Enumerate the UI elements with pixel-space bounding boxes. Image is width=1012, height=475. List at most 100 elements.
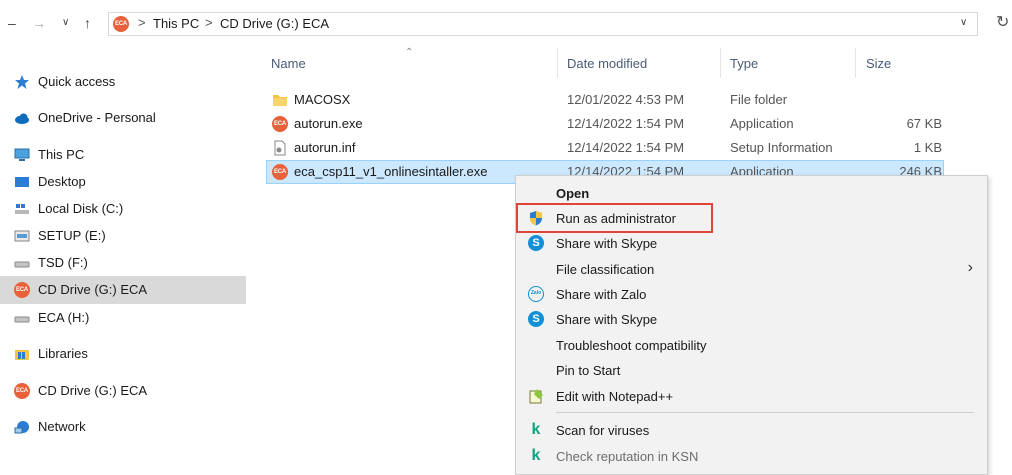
file-row[interactable]: MACOSX 12/01/2022 4:53 PM File folder	[266, 88, 944, 112]
zalo-icon: Zalo	[528, 286, 544, 302]
context-menu: Open Run as administrator S Share with S…	[515, 175, 988, 475]
menu-item-file-classification[interactable]: File classification ›	[516, 257, 987, 282]
windows-drive-icon	[15, 204, 29, 214]
file-name: autorun.exe	[294, 116, 363, 131]
menu-item-label: Troubleshoot compatibility	[556, 338, 707, 353]
skype-icon: S	[528, 311, 544, 327]
uac-shield-icon	[530, 211, 542, 226]
sidebar-item-label: OneDrive - Personal	[38, 110, 156, 125]
sidebar-item-label: CD Drive (G:) ECA	[38, 383, 148, 398]
skype-icon: S	[528, 235, 544, 251]
menu-item-label: File classification	[556, 262, 655, 277]
column-header-size[interactable]: Size	[866, 56, 891, 71]
menu-item-pin-to-start[interactable]: Pin to Start	[516, 358, 987, 383]
sidebar-item-tsd[interactable]: TSD (F:)	[0, 249, 246, 277]
file-date: 12/14/2022 1:54 PM	[567, 116, 685, 131]
breadcrumb-separator: >	[138, 15, 146, 30]
column-header-name[interactable]: Name	[271, 56, 306, 71]
refresh-icon[interactable]: ↻	[996, 12, 1009, 32]
file-size: 1 KB	[913, 140, 942, 155]
file-date: 12/14/2022 1:54 PM	[567, 140, 685, 155]
drive-icon	[14, 230, 30, 242]
back-arrow-icon[interactable]: –	[8, 14, 16, 32]
file-type: Setup Information	[730, 140, 833, 155]
sidebar-item-network[interactable]: Network	[0, 413, 246, 441]
address-bar: – → ∨ ↑ ECA > This PC > CD Drive (G:) EC…	[0, 0, 1012, 48]
eca-app-icon: ECA	[272, 164, 288, 180]
menu-item-label: Check reputation in KSN	[556, 449, 699, 464]
kaspersky-icon: k	[531, 447, 541, 464]
navigation-pane: Quick access OneDrive - Personal This PC…	[0, 48, 246, 464]
breadcrumb-this-pc[interactable]: This PC	[153, 16, 199, 32]
file-name: autorun.inf	[294, 140, 356, 155]
sidebar-item-libraries[interactable]: Libraries	[0, 340, 246, 368]
sidebar-item-label: Quick access	[38, 74, 116, 89]
sidebar-item-label: CD Drive (G:) ECA	[38, 282, 148, 297]
eca-drive-icon: ECA	[14, 383, 30, 399]
column-header-type[interactable]: Type	[730, 56, 758, 71]
column-divider[interactable]	[855, 48, 856, 78]
column-divider[interactable]	[720, 48, 721, 78]
menu-item-troubleshoot-compatibility[interactable]: Troubleshoot compatibility	[516, 333, 987, 358]
menu-item-label: Run as administrator	[556, 211, 676, 226]
notepad-plus-icon	[529, 389, 543, 404]
menu-item-label: Edit with Notepad++	[556, 389, 674, 404]
eca-drive-icon: ECA	[113, 16, 129, 32]
menu-item-edit-with-notepad[interactable]: Edit with Notepad++	[516, 384, 987, 409]
sidebar-item-label: Desktop	[38, 174, 86, 189]
menu-item-share-with-skype-2[interactable]: S Share with Skype	[516, 307, 987, 332]
sidebar-item-this-pc[interactable]: This PC	[0, 141, 246, 169]
menu-item-share-with-zalo[interactable]: Zalo Share with Zalo	[516, 282, 987, 307]
sidebar-item-label: Local Disk (C:)	[38, 201, 124, 216]
file-row[interactable]: autorun.inf 12/14/2022 1:54 PM Setup Inf…	[266, 136, 944, 160]
menu-item-label: Scan for viruses	[556, 423, 650, 438]
cloud-icon	[15, 113, 29, 124]
chevron-right-icon: ›	[967, 259, 973, 276]
address-dropdown-icon[interactable]: ∨	[960, 14, 967, 32]
menu-separator	[556, 412, 974, 413]
file-type: File folder	[730, 92, 788, 107]
sidebar-item-local-disk[interactable]: Local Disk (C:)	[0, 195, 246, 223]
eca-app-icon: ECA	[272, 116, 288, 132]
menu-item-scan-for-viruses[interactable]: k Scan for viruses	[516, 418, 987, 443]
menu-item-label: Pin to Start	[556, 363, 621, 378]
sidebar-item-cd-drive[interactable]: ECA CD Drive (G:) ECA	[0, 276, 246, 304]
file-row[interactable]: ECA autorun.exe 12/14/2022 1:54 PM Appli…	[266, 112, 944, 136]
libraries-icon	[15, 350, 29, 360]
menu-item-share-with-skype[interactable]: S Share with Skype	[516, 231, 987, 256]
menu-item-check-reputation[interactable]: k Check reputation in KSN	[516, 444, 987, 469]
breadcrumb-cd-drive[interactable]: CD Drive (G:) ECA	[220, 16, 329, 32]
forward-arrow-icon[interactable]: →	[32, 14, 46, 32]
sidebar-item-onedrive[interactable]: OneDrive - Personal	[0, 104, 246, 132]
menu-item-label: Share with Zalo	[556, 287, 647, 302]
eca-drive-icon: ECA	[14, 282, 30, 298]
network-icon	[14, 421, 29, 434]
sidebar-item-label: Network	[38, 419, 86, 434]
sidebar-item-label: This PC	[38, 147, 85, 162]
menu-item-label: Share with Skype	[556, 312, 658, 327]
sidebar-item-setup[interactable]: SETUP (E:)	[0, 222, 246, 250]
sidebar-item-label: TSD (F:)	[38, 255, 88, 270]
file-name: eca_csp11_v1_onlinesintaller.exe	[294, 164, 488, 179]
file-date: 12/01/2022 4:53 PM	[567, 92, 685, 107]
desktop-icon	[15, 177, 29, 187]
sidebar-item-label: SETUP (E:)	[38, 228, 106, 243]
menu-item-run-as-administrator[interactable]: Run as administrator	[516, 206, 987, 231]
breadcrumb-separator: >	[205, 15, 213, 30]
sidebar-item-label: Libraries	[38, 346, 88, 361]
column-header-date[interactable]: Date modified	[567, 56, 647, 71]
folder-icon	[273, 95, 287, 106]
up-arrow-icon[interactable]: ↑	[84, 14, 91, 32]
column-divider[interactable]	[557, 48, 558, 78]
menu-item-label: Share with Skype	[556, 236, 658, 251]
sort-ascending-icon: ⌃	[405, 47, 414, 58]
menu-item-label: Open	[556, 186, 590, 201]
sidebar-item-desktop[interactable]: Desktop	[0, 168, 246, 196]
chevron-down-icon[interactable]: ∨	[62, 14, 69, 32]
computer-icon	[14, 148, 30, 161]
sidebar-item-quick-access[interactable]: Quick access	[0, 68, 246, 96]
sidebar-item-label: ECA (H:)	[38, 310, 90, 325]
sidebar-item-eca-h[interactable]: ECA (H:)	[0, 304, 246, 332]
star-icon	[15, 75, 29, 89]
sidebar-item-cd-drive-2[interactable]: ECA CD Drive (G:) ECA	[0, 377, 246, 405]
